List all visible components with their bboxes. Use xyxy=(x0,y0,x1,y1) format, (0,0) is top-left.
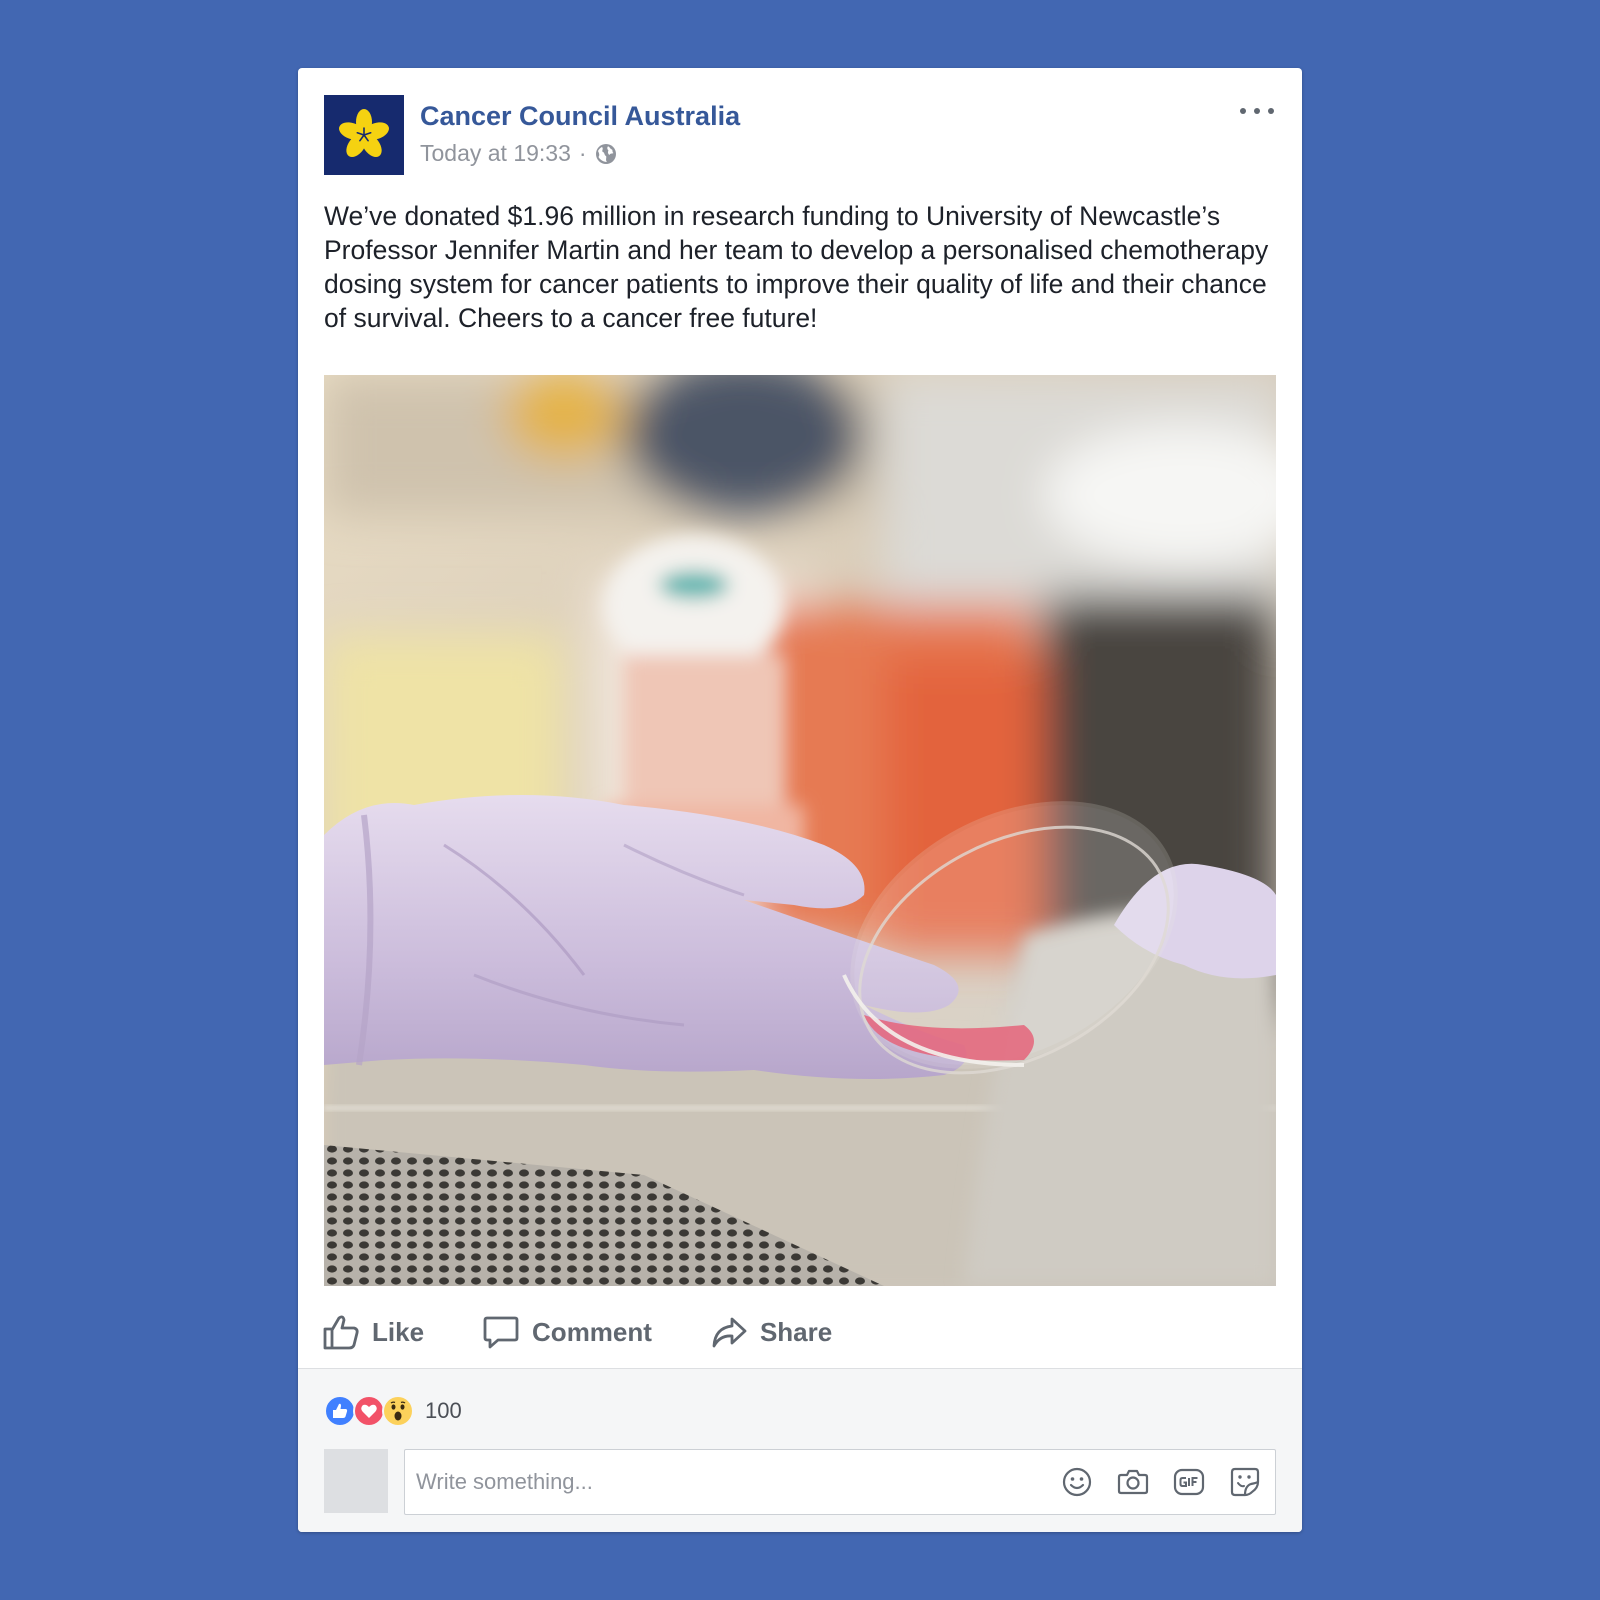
post-card: Cancer Council Australia Today at 19:33 … xyxy=(298,68,1302,1532)
gif-icon[interactable] xyxy=(1173,1466,1205,1498)
emoji-icon[interactable] xyxy=(1061,1466,1093,1498)
comment-label: Comment xyxy=(532,1316,652,1347)
comment-button[interactable]: Comment xyxy=(482,1313,652,1351)
daffodil-logo-icon xyxy=(339,109,389,158)
comment-input[interactable] xyxy=(405,1450,1005,1514)
like-label: Like xyxy=(372,1316,425,1347)
reactions-summary[interactable]: 100 xyxy=(324,1395,462,1427)
share-button[interactable]: Share xyxy=(710,1313,832,1351)
comment-box xyxy=(404,1449,1276,1515)
lab-photo-image xyxy=(324,375,1276,1286)
post-photo[interactable] xyxy=(324,375,1276,1286)
reaction-count[interactable]: 100 xyxy=(425,1398,462,1424)
post-text: We’ve donated $1.96 million in research … xyxy=(324,201,1269,333)
thumbs-up-icon xyxy=(323,1315,359,1350)
post-footer: 100 xyxy=(298,1368,1302,1532)
wow-reaction-icon xyxy=(382,1395,414,1427)
meta-separator: · xyxy=(578,140,587,166)
page-name-link[interactable]: Cancer Council Australia xyxy=(420,101,740,132)
page-avatar[interactable] xyxy=(324,95,404,175)
comment-bubble-icon xyxy=(483,1316,519,1349)
share-label: Share xyxy=(759,1316,833,1347)
like-button[interactable]: Like xyxy=(322,1313,424,1351)
post-meta: Today at 19:33 · xyxy=(420,140,617,167)
commenter-avatar xyxy=(324,1449,388,1513)
sticker-icon[interactable] xyxy=(1229,1466,1261,1498)
post-actions: Like Comment Share xyxy=(322,1302,890,1362)
post-header: Cancer Council Australia Today at 19:33 … xyxy=(324,95,1282,175)
like-reaction-icon xyxy=(324,1395,356,1427)
post-timestamp[interactable]: Today at 19:33 xyxy=(420,140,571,167)
globe-icon[interactable] xyxy=(595,143,617,165)
love-reaction-icon xyxy=(353,1395,385,1427)
share-arrow-icon xyxy=(712,1317,747,1348)
comment-tools xyxy=(1061,1466,1261,1498)
camera-icon[interactable] xyxy=(1117,1466,1149,1498)
more-options-icon[interactable] xyxy=(1240,103,1274,119)
